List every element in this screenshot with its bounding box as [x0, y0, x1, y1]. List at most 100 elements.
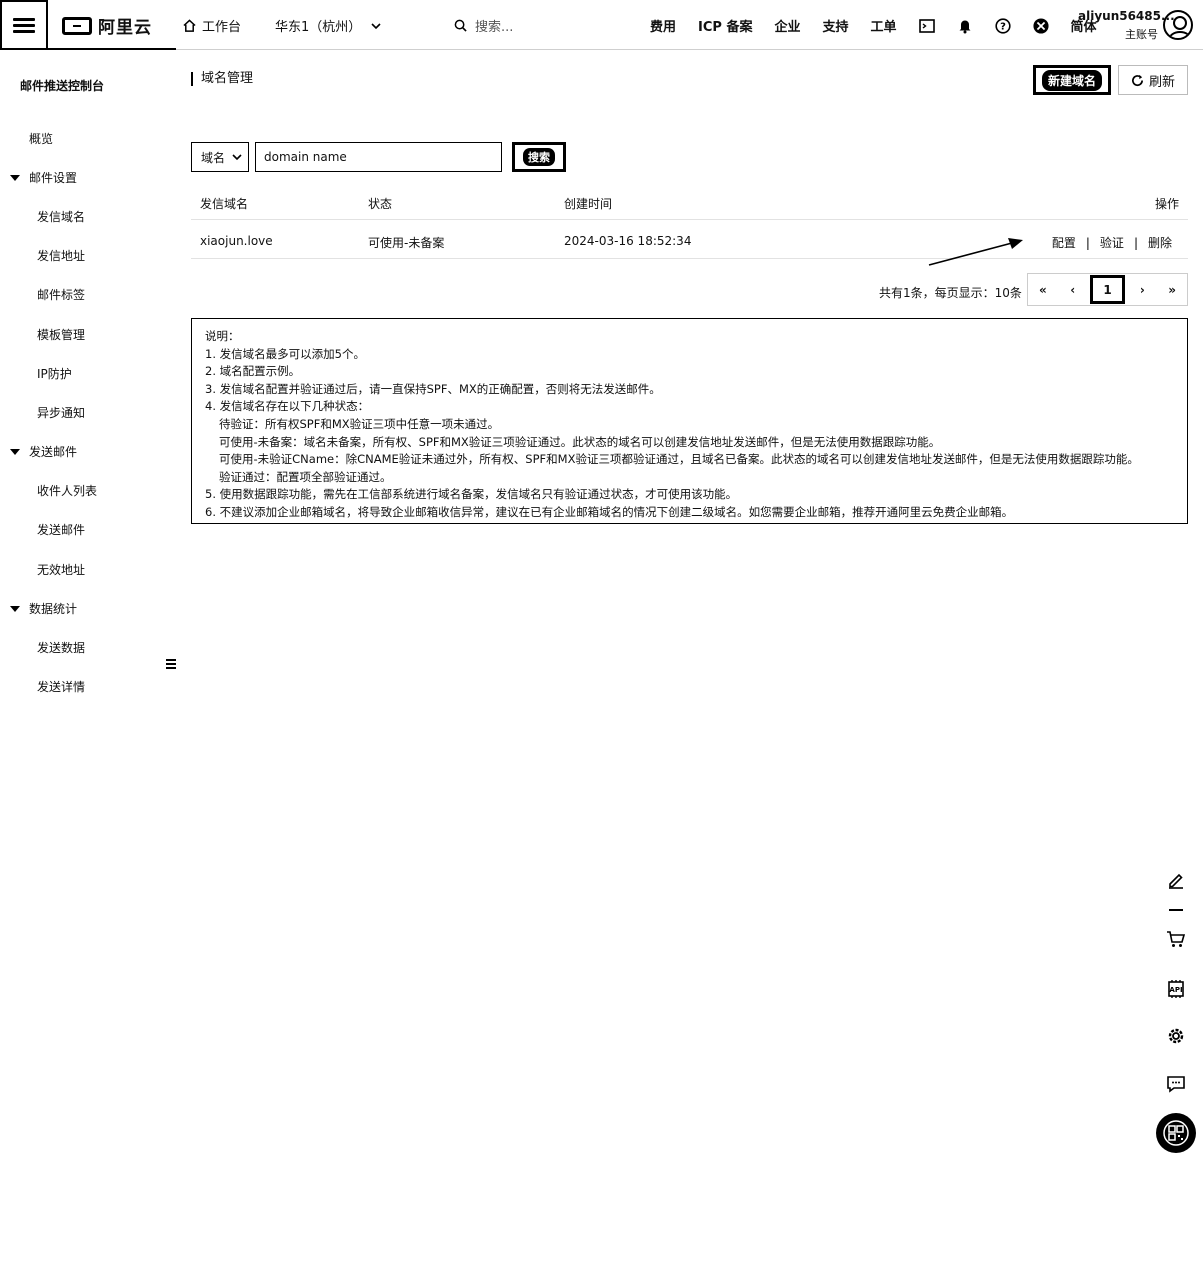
- filter-select-value: 域名: [201, 150, 226, 165]
- account-name: aliyun56485...: [1078, 9, 1175, 23]
- top-link-ticket[interactable]: 工单: [870, 16, 896, 35]
- verify-link[interactable]: 验证: [1100, 234, 1124, 251]
- menu-button[interactable]: [0, 0, 48, 50]
- home-icon: [183, 19, 196, 32]
- robot-assistant-icon[interactable]: [1032, 17, 1049, 34]
- sidebar-item-async-notify[interactable]: 异步通知: [37, 404, 85, 421]
- page-title: 域名管理: [191, 72, 253, 86]
- menu-icon: [13, 15, 35, 36]
- notes-status-line: 可使用-未验证CName：除CNAME验证未通过外，所有权、SPF和MX验证三项…: [219, 452, 1139, 467]
- delete-link[interactable]: 删除: [1148, 234, 1172, 251]
- domain-search-input[interactable]: [255, 142, 502, 172]
- row-status: 可使用-未备案: [368, 236, 445, 250]
- sidebar-item-mail-tags[interactable]: 邮件标签: [37, 286, 85, 303]
- sidebar-group-send-mail[interactable]: 发送邮件: [10, 443, 77, 460]
- top-links: 费用 ICP 备案 企业 支持 工单 ? 简体: [650, 16, 1097, 35]
- row-actions: 配置 | 验证 | 删除: [1052, 234, 1172, 251]
- row-domain: xiaojun.love: [200, 234, 273, 248]
- help-icon[interactable]: ?: [994, 17, 1011, 34]
- top-link-support[interactable]: 支持: [822, 16, 848, 35]
- global-search[interactable]: 搜索...: [454, 16, 513, 35]
- notes-line: 3. 发信域名配置并验证通过后，请一直保持SPF、MX的正确配置，否则将无法发送…: [205, 381, 661, 396]
- notes-status-line: 可使用-未备案：域名未备案，所有权、SPF和MX验证三项验证通过。此状态的域名可…: [219, 434, 941, 449]
- pagination-summary: 共有1条，每页显示：10条: [879, 286, 1022, 300]
- first-page-button[interactable]: «: [1028, 274, 1058, 305]
- new-domain-label: 新建域名: [1041, 69, 1102, 91]
- filter-field-select[interactable]: 域名: [191, 142, 249, 172]
- svg-text:API: API: [1169, 986, 1182, 994]
- search-icon: [454, 19, 467, 32]
- chat-icon[interactable]: [1158, 1066, 1194, 1102]
- notes-status-line: 待验证：所有权SPF和MX验证三项中任意一项未通过。: [219, 416, 500, 431]
- notes-line: 1. 发信域名最多可以添加5个。: [205, 346, 365, 361]
- last-page-button[interactable]: »: [1157, 274, 1187, 305]
- annotation-arrow-icon: [928, 238, 1023, 266]
- notes-status-line: 验证通过：配置项全部验证通过。: [219, 469, 392, 484]
- pagination: « ‹ 1 › »: [1027, 273, 1188, 306]
- column-header-actions: 操作: [1154, 197, 1179, 211]
- sidebar-collapse-handle-icon[interactable]: [166, 657, 176, 671]
- sidebar-item-overview[interactable]: 概览: [29, 130, 53, 147]
- chevron-down-icon: [232, 154, 242, 161]
- qr-icon[interactable]: [1156, 1113, 1196, 1153]
- sidebar-group-mail-settings[interactable]: 邮件设置: [10, 169, 77, 186]
- brand-logo[interactable]: 阿里云: [62, 13, 152, 38]
- sidebar-item-send-data[interactable]: 发送数据: [37, 639, 85, 656]
- sidebar-item-templates[interactable]: 模板管理: [37, 326, 85, 343]
- sidebar-item-sender-address[interactable]: 发信地址: [37, 247, 85, 264]
- workbench-link[interactable]: 工作台: [183, 16, 241, 35]
- table-header: 发信域名 状态 创建时间 操作: [191, 184, 1188, 220]
- next-page-button[interactable]: ›: [1127, 274, 1157, 305]
- brand-name: 阿里云: [98, 18, 152, 38]
- new-domain-button[interactable]: 新建域名: [1033, 65, 1111, 95]
- search-button[interactable]: 搜索: [512, 142, 566, 172]
- logo-divider: [48, 48, 176, 50]
- sidebar-item-recipient-list[interactable]: 收件人列表: [37, 482, 97, 499]
- action-divider: |: [1085, 235, 1090, 250]
- account-role: 主账号: [1125, 28, 1158, 41]
- sidebar-group-statistics[interactable]: 数据统计: [10, 600, 77, 617]
- sidebar-group-label: 邮件设置: [29, 171, 78, 185]
- cart-icon[interactable]: [1158, 921, 1194, 957]
- terminal-icon[interactable]: [918, 18, 935, 34]
- current-page-button[interactable]: 1: [1089, 275, 1126, 304]
- sidebar-item-sender-domain[interactable]: 发信域名: [37, 208, 85, 225]
- search-placeholder: 搜索...: [475, 20, 514, 35]
- prev-page-button[interactable]: ‹: [1058, 274, 1088, 305]
- refresh-label: 刷新: [1148, 74, 1175, 90]
- sidebar-group-label: 数据统计: [29, 602, 78, 616]
- svg-text:?: ?: [1000, 21, 1006, 32]
- notes-title: 说明：: [205, 329, 240, 343]
- notes-line[interactable]: 2. 域名配置示例。: [205, 363, 1174, 381]
- top-link-billing[interactable]: 费用: [650, 16, 676, 35]
- notes-line: 6. 不建议添加企业邮箱域名，将导致企业邮箱收信异常，建议在已有企业邮箱域名的情…: [205, 504, 1014, 519]
- sidebar-item-send-details[interactable]: 发送详情: [37, 678, 85, 695]
- bell-icon[interactable]: [957, 18, 973, 34]
- sidebar-item-ip-protection[interactable]: IP防护: [37, 365, 72, 382]
- sidebar-item-send-mail[interactable]: 发送邮件: [37, 521, 85, 538]
- action-divider: |: [1133, 235, 1138, 250]
- avatar[interactable]: [1163, 10, 1193, 40]
- search-button-label: 搜索: [523, 148, 555, 166]
- configure-link[interactable]: 配置: [1052, 234, 1076, 251]
- edit-icon[interactable]: [1158, 862, 1194, 898]
- api-icon[interactable]: API: [1158, 971, 1194, 1007]
- table-row: xiaojun.love 可使用-未备案 2024-03-16 18:52:34…: [191, 220, 1188, 259]
- column-header-domain: 发信域名: [200, 197, 249, 211]
- region-label: 华东1（杭州）: [275, 20, 362, 35]
- caret-down-icon: [10, 174, 20, 181]
- region-selector[interactable]: 华东1（杭州）: [275, 16, 381, 35]
- gear-icon[interactable]: [1158, 1018, 1194, 1054]
- account-info[interactable]: aliyun56485... 主账号: [1078, 9, 1175, 42]
- notes-line: 5. 使用数据跟踪功能，需先在工信部系统进行域名备案，发信域名只有验证通过状态，…: [205, 487, 738, 502]
- refresh-button[interactable]: 刷新: [1118, 65, 1188, 95]
- row-created-time: 2024-03-16 18:52:34: [564, 234, 692, 248]
- top-link-enterprise[interactable]: 企业: [774, 16, 800, 35]
- column-header-created: 创建时间: [564, 197, 613, 211]
- aliyun-logo-icon: [62, 16, 92, 35]
- top-link-icp[interactable]: ICP 备案: [698, 16, 752, 35]
- sidebar-item-invalid-address[interactable]: 无效地址: [37, 561, 85, 578]
- domain-table: 发信域名 状态 创建时间 操作 xiaojun.love 可使用-未备案 202…: [191, 184, 1188, 259]
- top-bar: 阿里云 工作台 华东1（杭州） 搜索... 费用 ICP 备案 企业 支持 工单…: [0, 0, 1203, 50]
- dock-divider: [1169, 909, 1183, 911]
